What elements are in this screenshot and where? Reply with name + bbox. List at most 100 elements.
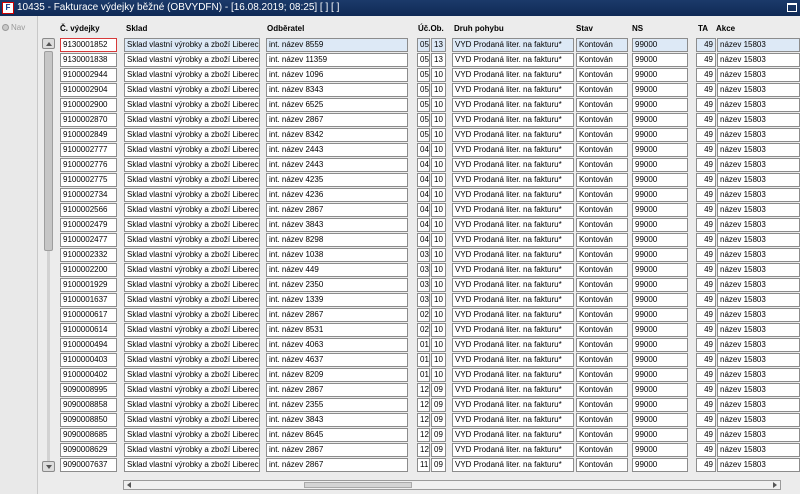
cell-odberatel[interactable]: int. název 8559 (266, 38, 408, 52)
cell-akce[interactable]: název 15803 (717, 338, 800, 352)
cell-druh-pohybu[interactable]: VYD Prodaná liter. na fakturu* (452, 173, 574, 187)
cell-uc[interactable]: 01 (417, 338, 430, 352)
cell-ob[interactable]: 10 (431, 308, 446, 322)
cell-ns[interactable]: 99000 (632, 158, 688, 172)
cell-akce[interactable]: název 15803 (717, 293, 800, 307)
cell-stav[interactable]: Kontován (576, 188, 628, 202)
cell-ob[interactable]: 10 (431, 188, 446, 202)
cell-ns[interactable]: 99000 (632, 83, 688, 97)
cell-akce[interactable]: název 15803 (717, 218, 800, 232)
cell-ns[interactable]: 99000 (632, 98, 688, 112)
table-row[interactable]: 9100002775 Sklad vlastní výrobky a zboží … (60, 173, 800, 188)
cell-vydejka[interactable]: 9100000614 (60, 323, 117, 337)
cell-akce[interactable]: název 15803 (717, 383, 800, 397)
cell-ns[interactable]: 99000 (632, 368, 688, 382)
horizontal-scrollbar[interactable] (123, 480, 781, 490)
cell-uc[interactable]: 04 (417, 233, 430, 247)
cell-druh-pohybu[interactable]: VYD Prodaná liter. na fakturu* (452, 158, 574, 172)
cell-stav[interactable]: Kontován (576, 323, 628, 337)
cell-ta[interactable]: 49 (696, 233, 716, 247)
cell-stav[interactable]: Kontován (576, 218, 628, 232)
cell-sklad[interactable]: Sklad vlastní výrobky a zboží Liberec (124, 398, 260, 412)
cell-ta[interactable]: 49 (696, 188, 716, 202)
cell-ob[interactable]: 10 (431, 203, 446, 217)
cell-odberatel[interactable]: int. název 8209 (266, 368, 408, 382)
cell-stav[interactable]: Kontován (576, 353, 628, 367)
cell-sklad[interactable]: Sklad vlastní výrobky a zboží Liberec (124, 278, 260, 292)
cell-stav[interactable]: Kontován (576, 98, 628, 112)
cell-vydejka[interactable]: 9100002566 (60, 203, 117, 217)
cell-stav[interactable]: Kontován (576, 383, 628, 397)
cell-vydejka[interactable]: 9100002200 (60, 263, 117, 277)
cell-vydejka[interactable]: 9090008629 (60, 443, 117, 457)
table-row[interactable]: 9100001929 Sklad vlastní výrobky a zboží … (60, 278, 800, 293)
cell-druh-pohybu[interactable]: VYD Prodaná liter. na fakturu* (452, 443, 574, 457)
table-row[interactable]: 9100002777 Sklad vlastní výrobky a zboží … (60, 143, 800, 158)
cell-stav[interactable]: Kontován (576, 308, 628, 322)
cell-uc[interactable]: 05 (417, 68, 430, 82)
cell-ob[interactable]: 13 (431, 38, 446, 52)
column-header-stav[interactable]: Stav (576, 24, 593, 33)
cell-ob[interactable]: 09 (431, 443, 446, 457)
table-row[interactable]: 9100002944 Sklad vlastní výrobky a zboží … (60, 68, 800, 83)
cell-ns[interactable]: 99000 (632, 413, 688, 427)
table-row[interactable]: 9130001838 Sklad vlastní výrobky a zboží … (60, 53, 800, 68)
cell-druh-pohybu[interactable]: VYD Prodaná liter. na fakturu* (452, 68, 574, 82)
table-row[interactable]: 9100002776 Sklad vlastní výrobky a zboží … (60, 158, 800, 173)
cell-ns[interactable]: 99000 (632, 293, 688, 307)
cell-uc[interactable]: 04 (417, 188, 430, 202)
cell-ns[interactable]: 99000 (632, 218, 688, 232)
table-row[interactable]: 9100002200 Sklad vlastní výrobky a zboží … (60, 263, 800, 278)
cell-ns[interactable]: 99000 (632, 443, 688, 457)
cell-uc[interactable]: 01 (417, 353, 430, 367)
table-row[interactable]: 9100002849 Sklad vlastní výrobky a zboží … (60, 128, 800, 143)
cell-ob[interactable]: 10 (431, 98, 446, 112)
cell-druh-pohybu[interactable]: VYD Prodaná liter. na fakturu* (452, 53, 574, 67)
scroll-up-button[interactable] (42, 38, 55, 49)
cell-ns[interactable]: 99000 (632, 188, 688, 202)
cell-vydejka[interactable]: 9100000494 (60, 338, 117, 352)
cell-vydejka[interactable]: 9090008850 (60, 413, 117, 427)
cell-druh-pohybu[interactable]: VYD Prodaná liter. na fakturu* (452, 38, 574, 52)
cell-akce[interactable]: název 15803 (717, 83, 800, 97)
cell-akce[interactable]: název 15803 (717, 98, 800, 112)
cell-druh-pohybu[interactable]: VYD Prodaná liter. na fakturu* (452, 128, 574, 142)
cell-akce[interactable]: název 15803 (717, 113, 800, 127)
cell-akce[interactable]: název 15803 (717, 233, 800, 247)
cell-stav[interactable]: Kontován (576, 338, 628, 352)
cell-ob[interactable]: 10 (431, 113, 446, 127)
cell-uc[interactable]: 12 (417, 383, 430, 397)
cell-vydejka[interactable]: 9100002479 (60, 218, 117, 232)
cell-sklad[interactable]: Sklad vlastní výrobky a zboží Liberec (124, 203, 260, 217)
table-row[interactable]: 9090007637 Sklad vlastní výrobky a zboží … (60, 458, 800, 473)
cell-ob[interactable]: 13 (431, 53, 446, 67)
table-row[interactable]: 9100002900 Sklad vlastní výrobky a zboží … (60, 98, 800, 113)
cell-druh-pohybu[interactable]: VYD Prodaná liter. na fakturu* (452, 83, 574, 97)
cell-ta[interactable]: 49 (696, 308, 716, 322)
cell-odberatel[interactable]: int. název 3843 (266, 218, 408, 232)
cell-stav[interactable]: Kontován (576, 413, 628, 427)
cell-ns[interactable]: 99000 (632, 203, 688, 217)
cell-ta[interactable]: 49 (696, 113, 716, 127)
cell-akce[interactable]: název 15803 (717, 398, 800, 412)
cell-vydejka[interactable]: 9100001637 (60, 293, 117, 307)
nav-toggle[interactable]: Nav (2, 23, 25, 32)
cell-sklad[interactable]: Sklad vlastní výrobky a zboží Liberec (124, 53, 260, 67)
cell-sklad[interactable]: Sklad vlastní výrobky a zboží Liberec (124, 68, 260, 82)
cell-uc[interactable]: 05 (417, 98, 430, 112)
cell-ns[interactable]: 99000 (632, 428, 688, 442)
cell-ta[interactable]: 49 (696, 83, 716, 97)
cell-vydejka[interactable]: 9100002775 (60, 173, 117, 187)
cell-ob[interactable]: 10 (431, 68, 446, 82)
cell-sklad[interactable]: Sklad vlastní výrobky a zboží Liberec (124, 98, 260, 112)
cell-uc[interactable]: 04 (417, 173, 430, 187)
cell-ns[interactable]: 99000 (632, 338, 688, 352)
cell-odberatel[interactable]: int. název 2867 (266, 203, 408, 217)
cell-ns[interactable]: 99000 (632, 53, 688, 67)
cell-vydejka[interactable]: 9100002870 (60, 113, 117, 127)
cell-ob[interactable]: 10 (431, 143, 446, 157)
cell-odberatel[interactable]: int. název 2355 (266, 398, 408, 412)
table-row[interactable]: 9090008685 Sklad vlastní výrobky a zboží … (60, 428, 800, 443)
cell-ob[interactable]: 09 (431, 458, 446, 472)
table-row[interactable]: 9100000614 Sklad vlastní výrobky a zboží … (60, 323, 800, 338)
